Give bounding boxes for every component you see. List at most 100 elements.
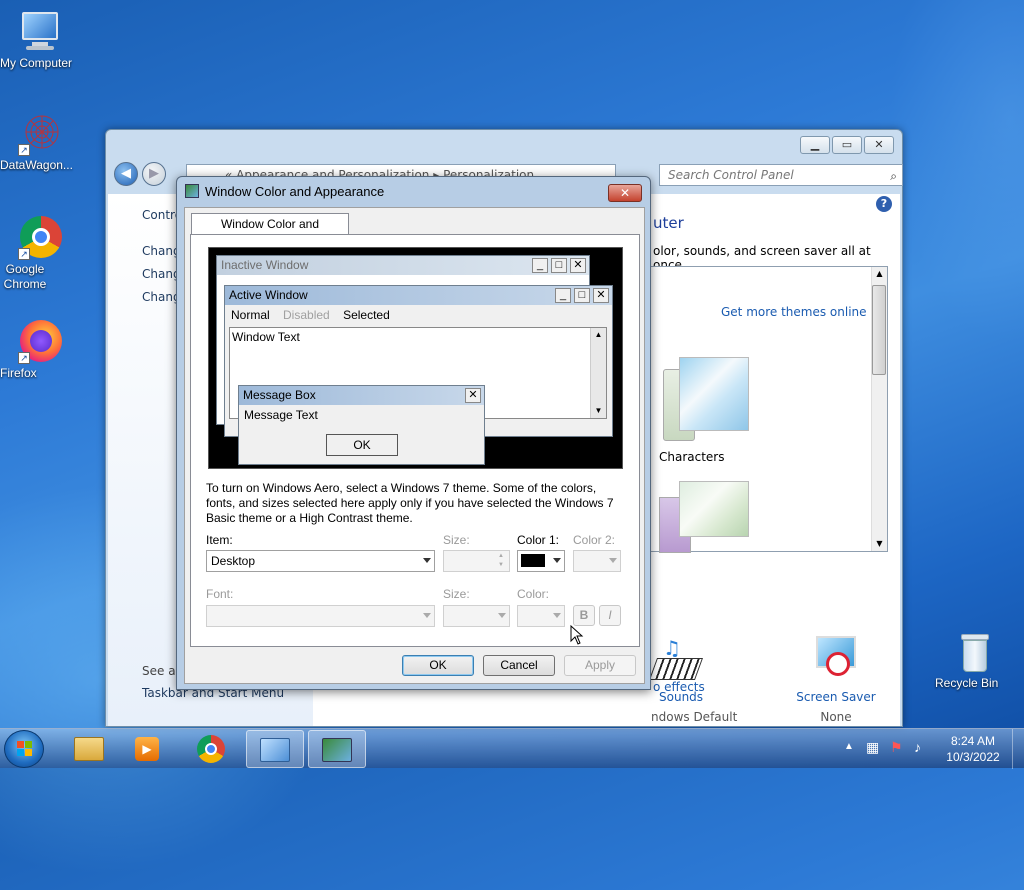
desktop-icon-firefox[interactable]: ↗ Firefox xyxy=(0,320,80,380)
desktop-icon-label: Recycle Bin xyxy=(935,676,999,690)
screen-saver-item[interactable]: Screen Saver None xyxy=(786,634,886,724)
taskbar-media-player[interactable]: ▶ xyxy=(118,730,176,768)
font-dropdown[interactable] xyxy=(206,605,435,627)
themes-scrollbar[interactable]: ▲ ▼ xyxy=(871,267,887,551)
desktop-icon-label: Google Chrome xyxy=(3,262,47,291)
forward-button[interactable]: ▶ xyxy=(142,162,166,186)
dialog-client: Window Color and Appearance Inactive Win… xyxy=(184,207,645,684)
action-center-icon[interactable]: ⚑ xyxy=(890,739,903,756)
volume-icon[interactable]: ♪ xyxy=(914,739,921,755)
screen-saver-value: None xyxy=(820,710,852,724)
themes-list[interactable]: Get more themes online Characters ▲ ▼ xyxy=(648,266,888,553)
appearance-preview[interactable]: Inactive Window _ □ ✕ Active Window _ □ xyxy=(208,247,623,469)
screen-saver-link[interactable]: Screen Saver xyxy=(786,690,886,704)
desktop-icon-label: Firefox xyxy=(0,366,37,380)
menu-disabled: Disabled xyxy=(283,308,330,322)
taskbar-control-panel[interactable] xyxy=(246,730,304,768)
apply-button[interactable]: Apply xyxy=(564,655,636,676)
start-button[interactable] xyxy=(4,730,44,768)
desktop-icon-google-chrome[interactable]: ↗ Google Chrome xyxy=(0,216,80,291)
help-icon[interactable]: ? xyxy=(876,196,892,212)
message-box-titlebar: Message Box ✕ xyxy=(239,386,484,405)
item-dropdown[interactable]: Desktop xyxy=(206,550,435,572)
clock-date: 10/3/2022 xyxy=(946,750,1000,764)
left-pane-link[interactable]: Chang xyxy=(142,244,181,258)
taskbar-chrome[interactable] xyxy=(182,730,240,768)
font-label: Font: xyxy=(206,587,234,601)
close-icon: ✕ xyxy=(570,258,586,273)
color2-picker[interactable] xyxy=(573,550,621,572)
active-window-titlebar: Active Window _ □ ✕ xyxy=(225,286,612,305)
sounds-icon: ♫ xyxy=(648,634,704,684)
desktop-icon-recycle-bin[interactable]: Recycle Bin xyxy=(935,630,1015,690)
color2-label: Color 2: xyxy=(573,533,616,547)
italic-button[interactable]: I xyxy=(599,605,621,626)
item-size-label: Size: xyxy=(443,533,470,547)
aero-info-text: To turn on Windows Aero, select a Window… xyxy=(206,481,614,525)
media-player-icon: ▶ xyxy=(135,737,159,761)
taskbar-display-settings[interactable] xyxy=(308,730,366,768)
preview-menu-bar: Normal Disabled Selected xyxy=(225,305,612,325)
menu-selected: Selected xyxy=(343,308,390,322)
shortcut-arrow-icon: ↗ xyxy=(18,248,30,260)
page-title: uter xyxy=(653,214,684,232)
dialog-close-button[interactable]: ✕ xyxy=(608,184,642,202)
desktop-icon-my-computer[interactable]: My Computer xyxy=(0,10,80,70)
close-icon: ✕ xyxy=(465,388,481,403)
network-icon[interactable]: ▦ xyxy=(866,739,879,756)
show-hidden-icons-button[interactable]: ▲ xyxy=(844,741,854,752)
font-size-label: Size: xyxy=(443,587,470,601)
taskbar-explorer[interactable] xyxy=(60,730,118,768)
get-more-themes-link[interactable]: Get more themes online xyxy=(721,305,867,319)
taskbar: ▶ ▲ ▦ ⚑ ♪ 8:24 AM 10/3/2022 xyxy=(0,728,1024,769)
desktop-icon-label: DataWagon... xyxy=(0,158,73,172)
close-button[interactable]: ✕ xyxy=(864,136,894,154)
display-settings-icon xyxy=(185,184,199,198)
datawagon-icon: ↗ xyxy=(18,112,62,156)
minimize-button[interactable]: ▁ xyxy=(800,136,830,154)
cancel-button[interactable]: Cancel xyxy=(483,655,555,676)
message-box-text: Message Text xyxy=(244,408,318,422)
message-box-ok-button: OK xyxy=(326,434,398,456)
close-icon: ✕ xyxy=(593,288,609,303)
back-button[interactable]: ◀ xyxy=(114,162,138,186)
ok-button[interactable]: OK xyxy=(402,655,474,676)
recycle-bin-icon xyxy=(953,630,997,674)
computer-icon xyxy=(18,10,62,54)
chrome-icon: ↗ xyxy=(18,216,62,260)
chevron-down-icon xyxy=(609,558,617,563)
item-size-spinner[interactable]: ▲ ▼ xyxy=(443,550,510,572)
mouse-cursor-icon xyxy=(570,625,584,645)
tab-window-color[interactable]: Window Color and Appearance xyxy=(191,213,349,251)
effects-link[interactable]: o effects xyxy=(653,680,705,694)
minimize-icon: _ xyxy=(532,258,548,273)
theme-thumbnail-characters[interactable] xyxy=(659,349,749,445)
chrome-icon xyxy=(197,735,225,763)
font-size-dropdown[interactable] xyxy=(443,605,510,627)
show-desktop-button[interactable] xyxy=(1012,729,1024,769)
font-color-picker[interactable] xyxy=(517,605,565,627)
font-color-label: Color: xyxy=(517,587,550,601)
search-input[interactable]: Search Control Panel ⌕ xyxy=(659,164,903,186)
dialog-title: Window Color and Appearance xyxy=(185,183,384,201)
window-color-dialog[interactable]: Window Color and Appearance ✕ Window Col… xyxy=(176,176,651,690)
menu-normal: Normal xyxy=(231,308,270,322)
left-pane-link[interactable]: Chang xyxy=(142,267,181,281)
back-arrow-icon: ◀ xyxy=(121,166,131,181)
tab-panel: Inactive Window _ □ ✕ Active Window _ □ xyxy=(190,234,640,647)
clock[interactable]: 8:24 AM 10/3/2022 xyxy=(940,733,1006,765)
color1-picker[interactable] xyxy=(517,550,565,572)
search-icon[interactable]: ⌕ xyxy=(890,166,897,186)
preview-scrollbar: ▲ ▼ xyxy=(590,328,606,418)
desktop-icon-datawagon[interactable]: ↗ DataWagon... xyxy=(0,112,80,172)
bold-button[interactable]: B xyxy=(573,605,595,626)
maximize-button[interactable]: ▭ xyxy=(832,136,862,154)
folder-icon xyxy=(74,737,104,761)
preview-message-box[interactable]: Message Box ✕ Message Text OK xyxy=(238,385,485,465)
forward-arrow-icon: ▶ xyxy=(149,166,159,181)
left-pane-link[interactable]: Chang xyxy=(142,290,181,304)
theme-thumbnail[interactable] xyxy=(659,477,749,553)
minimize-icon: _ xyxy=(555,288,571,303)
chevron-down-icon xyxy=(423,558,431,563)
maximize-icon: □ xyxy=(574,288,590,303)
